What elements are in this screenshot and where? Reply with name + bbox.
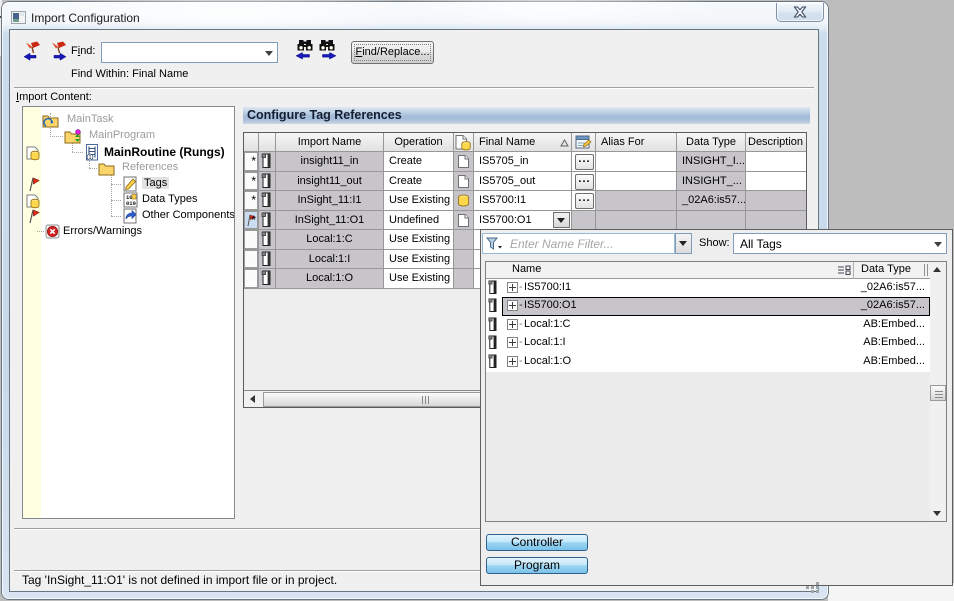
svg-text:010: 010 — [126, 200, 136, 207]
svg-text:1: 1 — [88, 155, 91, 161]
